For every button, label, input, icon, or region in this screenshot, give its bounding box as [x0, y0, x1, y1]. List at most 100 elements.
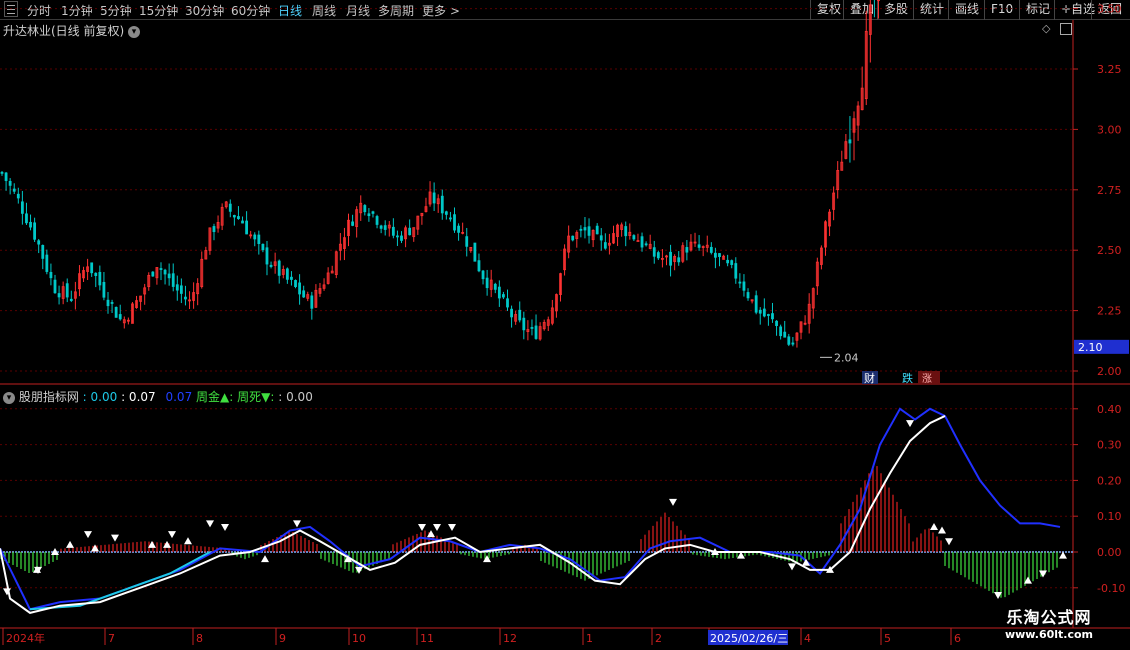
candle-body [497, 286, 501, 299]
low-label: 2.04 [834, 351, 859, 364]
candle-body [245, 220, 248, 235]
candle-body [237, 216, 240, 220]
candle-body [697, 244, 701, 248]
candle-body [69, 298, 73, 301]
candle-body [383, 225, 387, 230]
sell-signal-marker [945, 538, 953, 546]
candle-body [473, 242, 477, 262]
sell-signal-marker [448, 523, 456, 531]
candle-body [212, 226, 216, 233]
sell-signal-marker [111, 534, 119, 542]
candle-body [714, 252, 717, 258]
time-label: 6 [954, 632, 961, 645]
candle-body [754, 295, 758, 313]
candle-body [791, 342, 795, 345]
candle-body [8, 180, 12, 186]
candle-body [848, 139, 852, 144]
sell-signal-marker [221, 523, 229, 531]
candle-body [440, 195, 444, 214]
grid-lines [0, 8, 1073, 589]
stock-chart[interactable]: 4.504.254.003.753.503.253.002.752.502.25… [0, 0, 1130, 650]
buy-signal-marker [938, 526, 946, 534]
candle-body [457, 225, 460, 233]
buy-signal-marker [427, 530, 435, 538]
candle-body [718, 253, 721, 257]
candle-body [587, 226, 591, 236]
candle-body [644, 243, 648, 246]
indicator-tick-label: 0.10 [1097, 510, 1122, 523]
candle-body [571, 235, 575, 241]
candle-body [57, 293, 61, 298]
buy-signal-marker [163, 540, 171, 548]
candle-body [257, 234, 261, 244]
candle-body [163, 269, 167, 275]
candle-body [12, 188, 16, 192]
candle-body [277, 260, 281, 276]
candle-body [241, 220, 244, 224]
candle-body [114, 306, 118, 318]
candle-body [583, 227, 587, 231]
candle-body [758, 309, 762, 314]
candle-body [510, 308, 513, 318]
buy-signal-marker [66, 540, 74, 548]
time-label: 11 [420, 632, 434, 645]
watermark-name: 乐淘公式网 [1006, 608, 1092, 627]
indicator-tick-label: 0.00 [1097, 546, 1122, 559]
time-axis: 2024年 7 8 9 10 11 12 1 2 2025/02/26/三 4 5 6 [2, 628, 961, 645]
sell-signal-marker [906, 420, 914, 428]
candle-body [171, 273, 175, 287]
time-label: 9 [279, 632, 286, 645]
candle-body [261, 243, 265, 251]
candle-body [685, 247, 689, 253]
candle-body [502, 294, 505, 298]
candle-body [624, 226, 628, 237]
candle-body [29, 221, 32, 228]
candle-body [20, 201, 24, 214]
candle-body [506, 298, 509, 308]
candle-body [25, 213, 28, 224]
candle-body [408, 227, 412, 236]
candle-body [310, 295, 314, 309]
price-tick-label: 3.50 [1097, 3, 1122, 16]
time-label: 10 [352, 632, 366, 645]
cyan-line [29, 551, 211, 611]
candle-body [110, 302, 114, 304]
candle-body [734, 263, 738, 279]
candle-body [742, 281, 746, 291]
candle-body [298, 282, 301, 295]
candle-body [779, 326, 783, 337]
price-tick-label: 2.50 [1097, 244, 1122, 257]
candle-body [669, 251, 672, 266]
candle-body [640, 236, 644, 248]
candle-body [481, 270, 485, 280]
candle-body [41, 245, 45, 259]
candle-body [367, 213, 371, 217]
price-tick-label: 2.25 [1097, 305, 1122, 318]
sell-signal-marker [355, 566, 363, 574]
indicator-tick-label: 0.20 [1097, 474, 1122, 487]
candle-body [709, 246, 713, 253]
candle-body [746, 292, 750, 299]
indicator-tick-label: -0.10 [1097, 582, 1125, 595]
fall-badge-label: 跌 [902, 371, 913, 385]
site-watermark: 乐淘公式网 www.60lt.com [974, 608, 1124, 648]
candle-body [175, 284, 179, 291]
candlestick-series [0, 0, 880, 348]
watermark-url: www.60lt.com [1004, 628, 1094, 641]
price-tick-label: 2.00 [1097, 365, 1122, 378]
candle-body [522, 317, 526, 331]
rise-badge-label: 涨 [922, 373, 932, 385]
candle-body [45, 254, 49, 272]
candle-body [294, 280, 297, 287]
candle-body [285, 268, 289, 280]
candle-body [33, 222, 37, 240]
candle-body [159, 268, 163, 270]
finance-badge-label: 财 [864, 371, 875, 385]
candle-body [783, 331, 787, 338]
candle-body [151, 271, 155, 277]
buy-signal-marker [184, 537, 192, 545]
candle-body [453, 214, 456, 231]
candle-body [179, 285, 183, 294]
candle-body [603, 242, 607, 249]
candle-body [632, 235, 636, 240]
